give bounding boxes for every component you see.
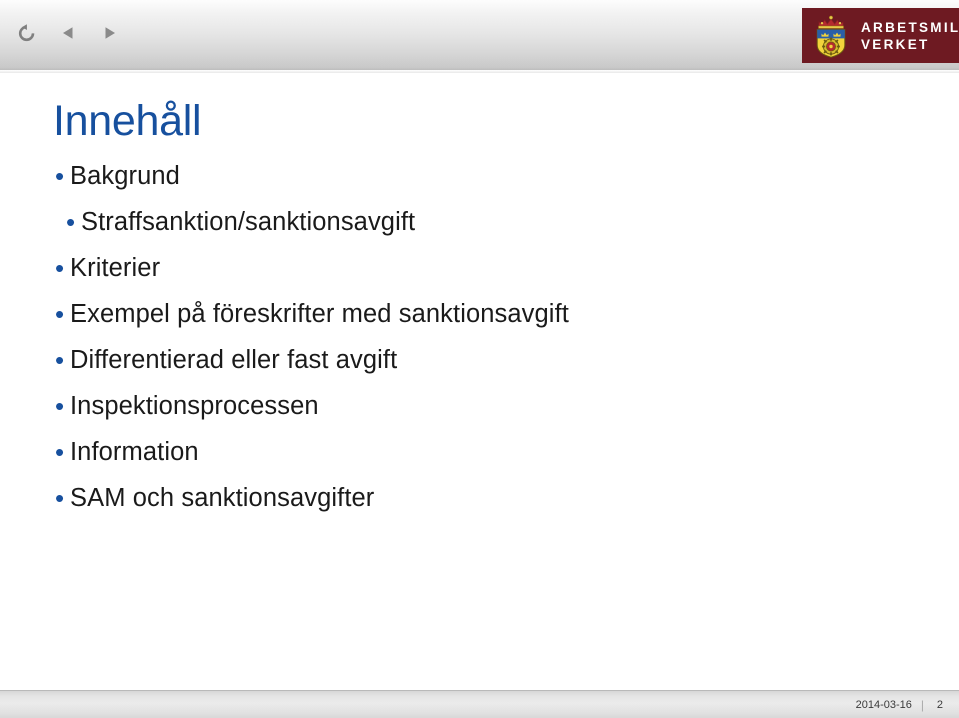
reload-icon: [17, 23, 36, 43]
slide-title: Innehåll: [53, 97, 202, 145]
logo-wordmark-line1: ARBETSMILJÖ: [861, 19, 959, 35]
previous-slide-button[interactable]: [53, 17, 83, 49]
bullet-item-label: SAM och sanktionsavgifter: [70, 484, 375, 512]
footer-date: 2014-03-16: [855, 698, 912, 711]
footer-meta: 2014-03-16 | 2: [856, 698, 959, 712]
slide-bullet-list: • Bakgrund • Straffsanktion/sanktionsavgift…: [48, 153, 908, 521]
next-slide-button[interactable]: [95, 17, 125, 49]
bullet-item-label: Straffsanktion/sanktionsavgift: [81, 208, 416, 236]
slide-navigation-controls: [11, 17, 125, 49]
bullet-dot-icon: •: [55, 161, 65, 191]
list-item: • Kriterier: [48, 245, 908, 291]
viewer-toolbar: ARBETSMILJÖ VERKET: [0, 0, 959, 70]
bullet-dot-icon: •: [66, 207, 76, 237]
logo-wordmark-line2: VERKET: [861, 36, 930, 52]
list-item: • SAM och sanktionsavgifter: [48, 475, 908, 521]
arbetsmiljoverket-logo: ARBETSMILJÖ VERKET: [802, 8, 959, 63]
list-item: • Exempel på föreskrifter med sanktionsav…: [48, 291, 908, 337]
bullet-item-label: Bakgrund: [70, 162, 180, 190]
bullet-item-label: Inspektionsprocessen: [70, 392, 319, 420]
slide-footer: 2014-03-16 | 2: [0, 690, 959, 718]
bullet-dot-icon: •: [55, 483, 65, 513]
list-item: • Inspektionsprocessen: [48, 383, 908, 429]
next-slide-icon: [103, 25, 117, 41]
list-item: • Bakgrund: [48, 153, 908, 199]
bullet-dot-icon: •: [55, 253, 65, 283]
bullet-dot-icon: •: [55, 437, 65, 467]
bullet-item-label: Information: [70, 438, 199, 466]
bullet-item-label: Kriterier: [70, 254, 161, 282]
slide-viewer: ARBETSMILJÖ VERKET Innehåll •Bakgrund•St…: [0, 0, 959, 718]
list-item: • Information: [48, 429, 908, 475]
slide-canvas: Innehåll • Bakgrund • Straffsanktion/sankti…: [0, 73, 959, 690]
previous-slide-icon: [61, 25, 75, 41]
bullet-dot-icon: •: [55, 299, 65, 329]
logo-wordmark: ARBETSMILJÖ VERKET: [861, 19, 959, 53]
bullet-item-label: Exempel på föreskrifter med sanktionsavg…: [70, 300, 569, 328]
bullet-item-label: Differentierad eller fast avgift: [70, 346, 398, 374]
footer-page-number: 2: [936, 698, 943, 711]
reload-button[interactable]: [11, 17, 41, 49]
swedish-coat-of-arms-icon: [812, 14, 850, 58]
list-item: • Straffsanktion/sanktionsavgift: [48, 199, 908, 245]
list-item: • Differentierad eller fast avgift: [48, 337, 908, 383]
bullet-dot-icon: •: [55, 345, 65, 375]
footer-separator: |: [920, 697, 924, 712]
bullet-dot-icon: •: [55, 391, 65, 421]
